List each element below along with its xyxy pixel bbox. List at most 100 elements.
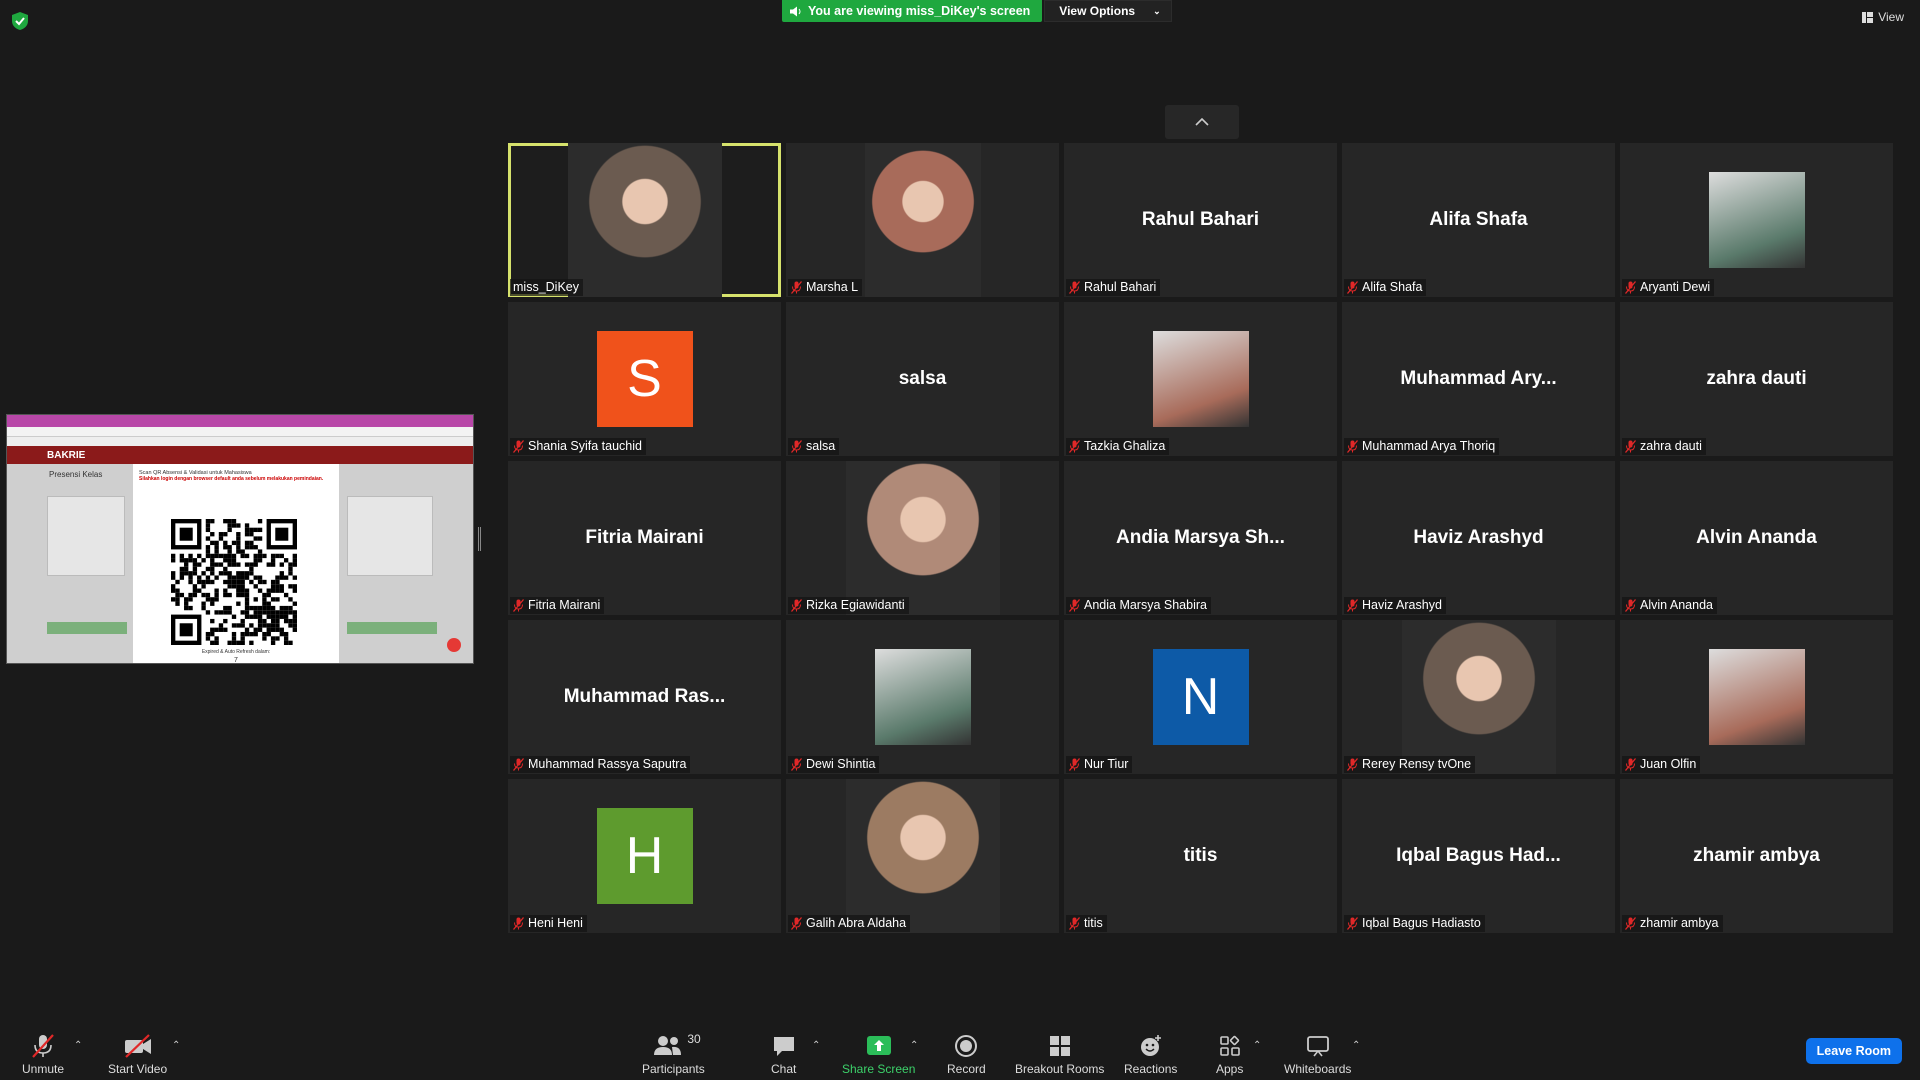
participant-tile[interactable]: Rerey Rensy tvOne — [1342, 620, 1615, 774]
avatar-initial: H — [625, 827, 664, 885]
unmute-button[interactable]: Unmute — [22, 1034, 64, 1076]
participant-tile[interactable]: S Shania Syifa tauchid — [508, 302, 781, 456]
chat-bubble-icon[interactable] — [447, 638, 461, 652]
participant-tile[interactable]: Dewi Shintia — [786, 620, 1059, 774]
participant-video — [845, 779, 1000, 933]
view-options-button[interactable]: View Options ⌄ — [1044, 0, 1172, 22]
mic-muted-icon — [791, 916, 802, 930]
participant-name: miss_DiKey — [513, 280, 579, 294]
participant-tile[interactable]: Iqbal Bagus Had... Iqbal Bagus Hadiasto — [1342, 779, 1615, 933]
participant-name-label: Galih Abra Aldaha — [788, 915, 911, 932]
whiteboards-options-caret-icon[interactable]: ⌃ — [1352, 1040, 1360, 1051]
participant-tile[interactable]: Marsha L — [786, 143, 1059, 297]
leave-room-button[interactable]: Leave Room — [1805, 1038, 1902, 1064]
participant-name: Dewi Shintia — [806, 757, 876, 771]
site-brand: BAKRIE — [47, 449, 86, 461]
mic-muted-icon — [791, 598, 802, 612]
participant-tile[interactable]: Haviz Arashyd Haviz Arashyd — [1342, 461, 1615, 615]
participant-tile[interactable]: Rahul Bahari Rahul Bahari — [1064, 143, 1337, 297]
participant-tile[interactable]: Alvin Ananda Alvin Ananda — [1620, 461, 1893, 615]
participant-display-name: Muhammad Ras... — [563, 686, 726, 707]
participant-name: Nur Tiur — [1084, 757, 1129, 771]
mic-muted-icon — [513, 439, 524, 453]
participants-button[interactable]: 30 Participants — [642, 1032, 705, 1076]
participant-name-label: titis — [1066, 915, 1107, 932]
resize-handle[interactable] — [478, 527, 481, 551]
participant-tile[interactable]: Fitria Mairani Fitria Mairani — [508, 461, 781, 615]
video-options-caret-icon[interactable]: ⌃ — [172, 1040, 180, 1051]
apps-options-caret-icon[interactable]: ⌃ — [1253, 1040, 1261, 1051]
start-video-label: Start Video — [108, 1062, 168, 1076]
participant-name-label: zhamir ambya — [1622, 915, 1723, 932]
participant-display-name: Rahul Bahari — [1141, 209, 1260, 230]
participant-name: Alifa Shafa — [1362, 280, 1423, 294]
share-options-caret-icon[interactable]: ⌃ — [910, 1040, 918, 1051]
chat-label: Chat — [771, 1062, 797, 1076]
participant-tile[interactable]: Aryanti Dewi — [1620, 143, 1893, 297]
participant-tile[interactable]: N Nur Tiur — [1064, 620, 1337, 774]
record-button[interactable]: Record — [947, 1034, 986, 1076]
participant-name: Shania Syifa tauchid — [528, 439, 642, 453]
participant-tile[interactable]: zahra dauti zahra dauti — [1620, 302, 1893, 456]
chat-button[interactable]: Chat — [771, 1034, 796, 1076]
participant-tile[interactable]: H Heni Heni — [508, 779, 781, 933]
participant-tile[interactable]: zhamir ambya zhamir ambya — [1620, 779, 1893, 933]
participant-tile[interactable]: Juan Olfin — [1620, 620, 1893, 774]
participant-tile[interactable]: Rizka Egiawidanti — [786, 461, 1059, 615]
participant-display-name: titis — [1183, 845, 1218, 866]
participant-name: Rizka Egiawidanti — [806, 598, 905, 612]
collapse-gallery-button[interactable] — [1165, 105, 1239, 139]
breakout-rooms-button[interactable]: Breakout Rooms — [1015, 1034, 1104, 1076]
mic-muted-icon — [1069, 757, 1080, 771]
participant-tile[interactable]: titis titis — [1064, 779, 1337, 933]
share-screen-icon — [866, 1036, 891, 1055]
viewing-screen-notice: You are viewing miss_DiKey's screen — [782, 0, 1043, 22]
participant-tile[interactable]: Tazkia Ghaliza — [1064, 302, 1337, 456]
participant-name-label: Juan Olfin — [1622, 756, 1701, 773]
participant-tile[interactable]: salsa salsa — [786, 302, 1059, 456]
participant-tile[interactable]: Alifa Shafa Alifa Shafa — [1342, 143, 1615, 297]
participant-tile[interactable]: Andia Marsya Sh... Andia Marsya Shabira — [1064, 461, 1337, 615]
browser-tab-bar — [7, 415, 473, 427]
participant-avatar: H — [596, 808, 693, 904]
participant-name: zahra dauti — [1640, 439, 1702, 453]
modal-footer: Expired & Auto Refresh dalam: — [201, 649, 271, 655]
mic-muted-icon — [1625, 598, 1636, 612]
participant-name-label: Rizka Egiawidanti — [788, 597, 909, 614]
participant-gallery: miss_DiKey Marsha L Rahul Bahari Rahul Baha… — [508, 143, 1893, 933]
mic-muted-icon — [791, 439, 802, 453]
audio-options-caret-icon[interactable]: ⌃ — [74, 1040, 82, 1051]
chat-options-caret-icon[interactable]: ⌃ — [812, 1040, 820, 1051]
participant-tile[interactable]: Muhammad Ary... Muhammad Arya Thoriq — [1342, 302, 1615, 456]
participant-photo — [1152, 331, 1249, 427]
avatar-initial: N — [1181, 668, 1220, 726]
shared-screen-view[interactable]: BAKRIE Presensi Kelas Scan QR Absensi & … — [6, 414, 474, 664]
mic-muted-icon — [513, 598, 524, 612]
view-options-label: View Options — [1059, 4, 1136, 18]
participant-display-name: Alifa Shafa — [1429, 209, 1528, 230]
security-shield-icon[interactable] — [12, 12, 28, 30]
participant-tile[interactable]: Galih Abra Aldaha — [786, 779, 1059, 933]
reactions-button[interactable]: Reactions — [1124, 1034, 1177, 1076]
grid-view-icon — [1862, 11, 1874, 23]
share-screen-button[interactable]: Share Screen — [842, 1034, 915, 1076]
zoom-meeting-window: You are viewing miss_DiKey's screen View… — [0, 0, 1920, 1080]
browser-bookmarks-bar — [7, 437, 473, 446]
whiteboards-button[interactable]: Whiteboards — [1284, 1034, 1351, 1076]
site-header: BAKRIE — [7, 446, 473, 464]
participant-display-name: salsa — [898, 368, 947, 389]
participant-video — [845, 461, 1000, 615]
participant-tile[interactable]: miss_DiKey — [508, 143, 781, 297]
participant-name-label: salsa — [788, 438, 840, 455]
participant-display-name: Iqbal Bagus Had... — [1396, 845, 1561, 866]
participant-avatar: N — [1152, 649, 1249, 745]
participant-tile[interactable]: Muhammad Ras... Muhammad Rassya Saputra — [508, 620, 781, 774]
apps-button[interactable]: Apps — [1216, 1034, 1243, 1076]
participant-name: zhamir ambya — [1640, 916, 1719, 930]
participant-name-label: Alvin Ananda — [1622, 597, 1717, 614]
mic-muted-icon — [1347, 916, 1358, 930]
view-button[interactable]: View — [1862, 10, 1904, 24]
participant-display-name: Fitria Mairani — [585, 527, 704, 548]
start-video-button[interactable]: Start Video — [108, 1034, 167, 1076]
video-off-icon — [124, 1034, 151, 1058]
